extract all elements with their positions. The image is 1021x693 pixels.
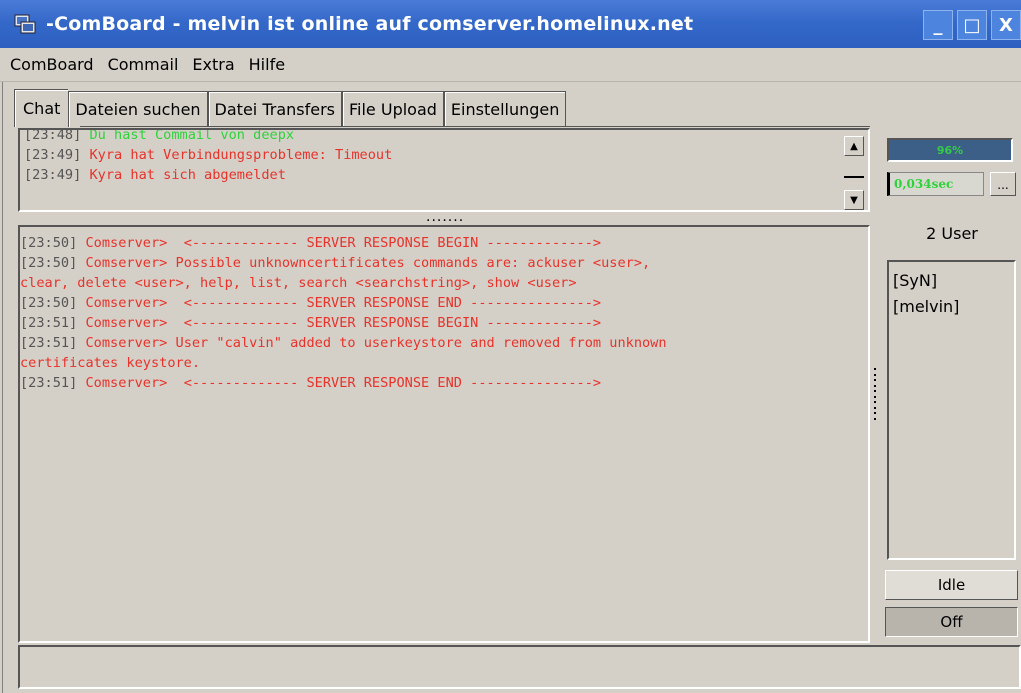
menu-extra[interactable]: Extra [192,55,234,74]
log-line: [23:50] Comserver> Possible unknowncerti… [20,253,667,273]
log-line: [23:48] Du hast Commail von deepx [24,128,392,145]
arrow-down-icon: ▼ [850,194,858,206]
log-line: [23:51] Comserver> User "calvin" added t… [20,333,667,353]
log-timestamp: [23:51] [20,335,78,351]
maximize-icon: □ [963,14,981,36]
chat-input-field[interactable] [18,645,1021,689]
arrow-up-icon: ▲ [850,140,858,152]
log-text: Comserver> <------------- SERVER RESPONS… [77,295,602,311]
server-response-log[interactable]: [23:50] Comserver> <------------- SERVER… [18,225,870,643]
upper-log-scrollbar[interactable]: ▲ ▼ [844,132,866,210]
scroll-down-button[interactable]: ▼ [844,190,864,210]
user-list-item[interactable]: [SyN] [893,268,1010,294]
tab-file-upload[interactable]: File Upload [342,91,444,127]
log-line: [23:51] Comserver> <------------- SERVER… [20,313,667,333]
log-text: Comserver> <------------- SERVER RESPONS… [77,235,602,251]
log-line: [23:50] Comserver> <------------- SERVER… [20,233,667,253]
log-line: [23:51] Comserver> <------------- SERVER… [20,373,667,393]
log-timestamp: [23:51] [20,315,78,331]
latency-display: 0,034sec [887,172,984,196]
log-line: [23:49] Kyra hat Verbindungsprobleme: Ti… [24,145,392,165]
log-line: [23:49] Kyra hat sich abgemeldet [24,165,392,185]
minimize-icon: _ [933,14,943,36]
system-message-log[interactable]: [23:48] Du hast Commail von deepx [23:49]… [18,128,870,212]
log-timestamp: [23:49] [24,167,82,183]
user-count: 2 User [926,224,978,243]
horizontal-splitter-handle[interactable]: ....... [426,210,463,224]
log-timestamp: [23:50] [20,235,78,251]
menu-comboard[interactable]: ComBoard [10,55,94,74]
user-list[interactable]: [SyN] [melvin] [887,260,1016,560]
tab-bar: Chat Dateien suchen Datei Transfers File… [14,89,567,127]
log-timestamp: [23:50] [20,255,78,271]
connection-progress-bar: 96% [887,138,1013,162]
log-timestamp: [23:51] [20,375,78,391]
tab-datei-transfers[interactable]: Datei Transfers [207,91,342,127]
log-timestamp: [23:50] [20,295,78,311]
log-text: Kyra hat sich abgemeldet [81,167,286,183]
minimize-button[interactable]: _ [923,10,953,40]
log-timestamp: [23:48] [24,128,82,143]
progress-label: 96% [889,140,1011,160]
log-text: Comserver> <------------- SERVER RESPONS… [77,375,602,391]
tab-divider [80,126,870,127]
tab-einstellungen[interactable]: Einstellungen [443,91,567,127]
tab-chat[interactable]: Chat [14,89,69,127]
close-icon: X [999,14,1013,36]
title-bar: -ComBoard - melvin ist online auf comser… [0,0,1021,48]
log-timestamp: [23:49] [24,147,82,163]
menu-commail[interactable]: Commail [108,55,179,74]
tab-dateien-suchen[interactable]: Dateien suchen [68,91,208,127]
user-list-item[interactable]: [melvin] [893,294,1010,320]
log-text: Comserver> Possible unknowncertificates … [77,255,651,271]
off-button[interactable]: Off [885,607,1018,637]
menu-hilfe[interactable]: Hilfe [249,55,285,74]
log-line: [23:50] Comserver> <------------- SERVER… [20,293,667,313]
vertical-splitter-handle[interactable] [872,368,878,420]
maximize-button[interactable]: □ [957,10,987,40]
scroll-up-button[interactable]: ▲ [844,136,864,156]
log-text: Comserver> User "calvin" added to userke… [77,335,667,351]
log-line: clear, delete <user>, help, list, search… [20,273,667,293]
close-button[interactable]: X [991,10,1021,40]
window-title: -ComBoard - melvin ist online auf comser… [46,13,694,35]
window-left-edge [0,82,3,693]
comboard-app-icon[interactable] [14,13,36,35]
log-text: Du hast Commail von deepx [81,128,295,143]
more-options-button[interactable]: ... [990,172,1016,196]
log-text: Kyra hat Verbindungsprobleme: Timeout [81,147,393,163]
idle-button[interactable]: Idle [885,570,1018,600]
log-line: certificates keystore. [20,353,667,373]
menu-bar: ComBoard Commail Extra Hilfe [0,48,1021,82]
log-text: Comserver> <------------- SERVER RESPONS… [77,315,602,331]
log-text: clear, delete <user>, help, list, search… [20,275,577,291]
log-text: certificates keystore. [20,355,201,371]
scroll-thumb[interactable] [844,176,864,188]
